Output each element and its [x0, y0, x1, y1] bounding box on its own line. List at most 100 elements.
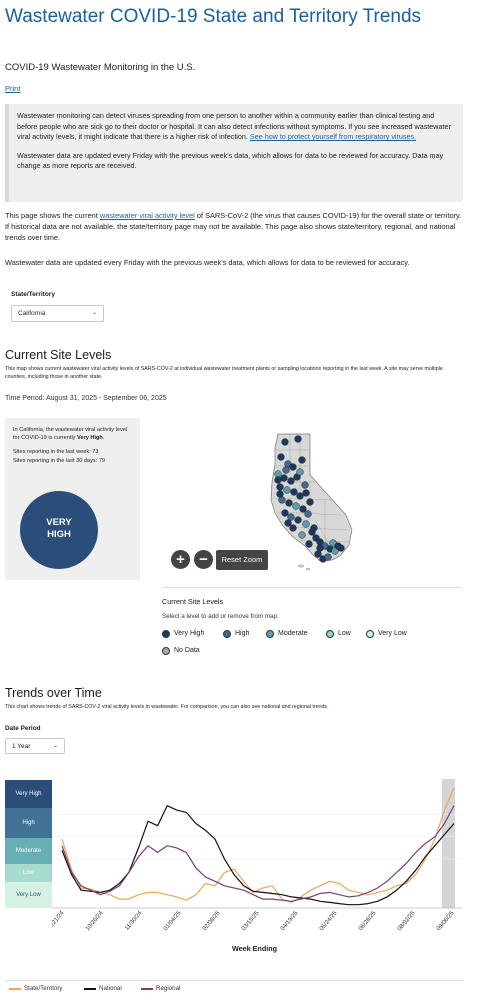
site-marker[interactable] — [324, 553, 332, 561]
site-marker[interactable] — [316, 544, 324, 552]
very-low-dot-icon — [366, 630, 374, 638]
provisional-data-shade — [442, 779, 455, 908]
band-very-high: Very High — [5, 780, 52, 808]
site-marker[interactable] — [292, 502, 300, 510]
legend-label: Very High — [174, 630, 205, 637]
state-select[interactable]: California ⌄ — [11, 305, 104, 322]
state-select-value: California — [18, 310, 46, 317]
date-period-label: Date Period — [5, 725, 41, 732]
national-line-icon — [84, 988, 96, 990]
legend-state[interactable]: State/Territory — [24, 985, 63, 992]
chevron-down-icon: ⌄ — [52, 743, 58, 749]
alert-paragraph-2: Wastewater data are updated every Friday… — [17, 150, 444, 171]
site-marker[interactable] — [302, 520, 310, 528]
zoom-in-button[interactable]: + — [171, 550, 190, 569]
x-tick-label: 11/30/24 — [124, 910, 144, 932]
legend-label: Very Low — [378, 630, 407, 637]
site-marker[interactable] — [304, 510, 312, 518]
print-link[interactable]: Print — [5, 84, 20, 93]
viral-activity-level-link[interactable]: wastewater viral activity level — [100, 211, 195, 220]
site-marker[interactable] — [298, 456, 306, 464]
page-subtitle: COVID-19 Wastewater Monitoring in the U.… — [5, 62, 196, 73]
x-tick-label: 08/02/25 — [397, 910, 417, 932]
chart-legend: State/Territory National Regional — [5, 980, 463, 996]
site-marker[interactable] — [305, 540, 313, 548]
x-tick-label: 03/15/25 — [241, 910, 261, 932]
site-marker[interactable] — [301, 481, 309, 489]
reset-zoom-button[interactable]: Reset Zoom — [216, 550, 268, 570]
sites-last-week: Sites reporting in the last week: 73 — [13, 449, 99, 456]
site-marker[interactable] — [281, 509, 289, 517]
site-marker[interactable] — [294, 516, 302, 524]
site-marker[interactable] — [276, 490, 284, 498]
x-tick-labels: 09/21/24 10/26/24 11/30/24 01/04/25 02/08/25… — [52, 910, 456, 932]
x-tick-label: 06/28/25 — [358, 910, 378, 932]
site-marker[interactable] — [299, 505, 307, 513]
legend-label: Low — [338, 630, 351, 637]
very-high-dot-icon — [162, 630, 170, 638]
site-marker[interactable] — [296, 468, 304, 476]
band-high: High — [5, 808, 52, 838]
intro-paragraph-2: Wastewater data are updated every Friday… — [5, 258, 410, 267]
site-marker[interactable] — [277, 453, 285, 461]
site-marker[interactable] — [281, 438, 289, 446]
site-marker[interactable] — [306, 498, 314, 506]
site-marker[interactable] — [282, 466, 290, 474]
site-marker[interactable] — [289, 463, 297, 471]
x-axis-title: Week Ending — [232, 944, 277, 953]
legend-national[interactable]: National — [99, 985, 122, 992]
regional-line-icon — [141, 988, 153, 990]
band-low: Low — [5, 864, 52, 882]
summary-text: In California, the wastewater viral acti… — [13, 427, 128, 442]
state-level-card: In California, the wastewater viral acti… — [5, 418, 140, 580]
x-tick-label: 09/06/25 — [436, 910, 456, 932]
level-circle-line-2: HIGH — [47, 529, 71, 540]
summary-level: Very High — [77, 435, 103, 442]
level-indicator-circle: VERY HIGH — [20, 491, 98, 569]
low-dot-icon — [326, 630, 334, 638]
intro-paragraph-1: This page shows the current wastewater v… — [5, 210, 465, 243]
site-marker[interactable] — [284, 519, 292, 527]
date-period-select[interactable]: 1 Year ⌄ — [5, 738, 65, 754]
legend-regional[interactable]: Regional — [156, 985, 180, 992]
legend-label: High — [235, 630, 250, 637]
site-marker[interactable] — [283, 486, 291, 494]
trends-heading: Trends over Time — [5, 686, 102, 700]
trends-description: This chart shows trends of SARS-COV-2 vi… — [5, 704, 329, 710]
info-alert: Wastewater monitoring can detect viruses… — [5, 104, 463, 202]
no-data-dot-icon — [162, 647, 170, 655]
band-moderate: Moderate — [5, 838, 52, 864]
site-marker[interactable] — [334, 542, 342, 550]
site-marker[interactable] — [276, 483, 284, 491]
site-marker[interactable] — [298, 531, 306, 539]
islands — [297, 564, 311, 571]
level-circle-line-1: VERY — [46, 517, 72, 528]
x-tick-label: 04/19/25 — [280, 910, 300, 932]
site-marker[interactable] — [294, 435, 302, 443]
protect-yourself-link[interactable]: See how to protect yourself from respira… — [250, 132, 416, 141]
sites-last-30-days: Sites reporting in the last 30 days: 79 — [13, 457, 106, 464]
x-tick-label: 02/08/25 — [202, 910, 222, 932]
site-marker[interactable] — [302, 489, 310, 497]
site-marker[interactable] — [310, 524, 318, 532]
legend-label: Moderate — [278, 630, 308, 637]
state-line-icon — [9, 988, 21, 990]
site-marker[interactable] — [285, 499, 293, 507]
site-marker[interactable] — [274, 476, 282, 484]
current-levels-heading: Current Site Levels — [5, 348, 112, 362]
map-legend-title: Current Site Levels — [162, 597, 224, 606]
site-marker[interactable] — [287, 477, 295, 485]
site-marker[interactable] — [296, 492, 304, 500]
site-marker[interactable] — [290, 488, 298, 496]
zoom-out-button[interactable]: − — [194, 550, 213, 569]
current-levels-description: This map shows current wastewater viral … — [5, 366, 443, 380]
trend-chart[interactable]: 09/21/24 10/26/24 11/30/24 01/04/25 02/08/25… — [52, 779, 462, 944]
x-tick-label: 05/24/25 — [319, 910, 339, 932]
alert-paragraph-1: Wastewater monitoring can detect viruses… — [17, 111, 455, 143]
date-period-value: 1 Year — [12, 743, 31, 750]
site-marker[interactable] — [289, 524, 297, 532]
summary-end: . — [102, 435, 105, 442]
high-dot-icon — [223, 630, 231, 638]
site-marker[interactable] — [287, 513, 295, 521]
x-tick-label: 10/26/24 — [85, 910, 105, 932]
